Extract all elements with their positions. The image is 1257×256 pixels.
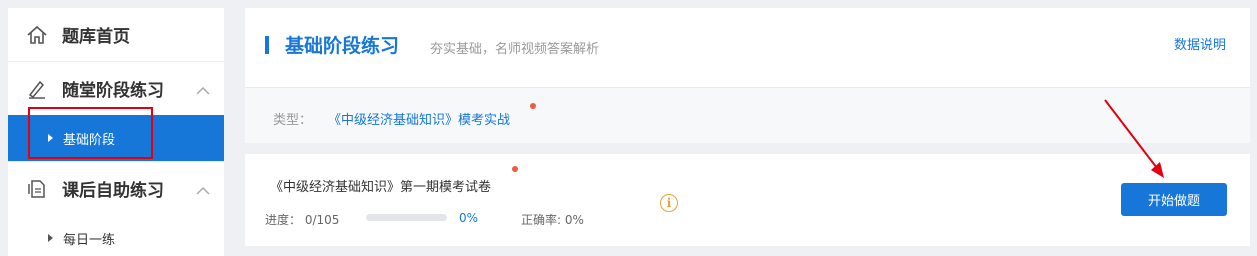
info-icon[interactable]: i: [660, 194, 678, 212]
paper-title[interactable]: 《中级经济基础知识》第一期模考试卷: [270, 176, 491, 195]
new-dot-indicator: [512, 166, 518, 172]
sidebar-group-self: 课后自助练习 每日一练: [8, 162, 224, 256]
type-filter-row: 类型： 《中级经济基础知识》模考实战: [245, 87, 1250, 143]
document-icon: [26, 178, 48, 200]
sidebar-group-stage-header[interactable]: 随堂阶段练习: [8, 62, 224, 115]
progress-label: 进度： 0/105: [265, 213, 340, 227]
caret-right-icon: [48, 134, 53, 142]
accuracy-label: 正确率: 0%: [521, 213, 584, 227]
sidebar-item-label: 基础阶段: [63, 132, 116, 148]
exam-paper-card: 《中级经济基础知识》第一期模考试卷 进度： 0/105 0% 正确率: 0% i…: [245, 154, 1250, 246]
sidebar-group-label: 随堂阶段练习: [62, 81, 164, 101]
new-dot-indicator: [530, 103, 536, 109]
sidebar-group-stage: 随堂阶段练习 基础阶段: [8, 62, 224, 162]
sidebar-item-label: 题库首页: [62, 27, 130, 47]
home-icon: [26, 24, 48, 46]
type-label: 类型：: [273, 113, 313, 128]
type-filter-value[interactable]: 《中级经济基础知识》模考实战: [328, 109, 510, 128]
sidebar-home[interactable]: 题库首页: [8, 8, 224, 62]
sidebar-group-label: 课后自助练习: [62, 181, 164, 201]
progress-percent: 0%: [459, 211, 479, 225]
sidebar: 题库首页 随堂阶段练习 基础阶段 课后自助练习 每日一练: [8, 8, 224, 256]
progress-bar: [366, 214, 447, 221]
data-description-link[interactable]: 数据说明: [1174, 34, 1226, 53]
main-content: 基础阶段练习 夯实基础，名师视频答案解析 数据说明 类型： 《中级经济基础知识》…: [245, 8, 1250, 246]
sidebar-item-daily-practice[interactable]: 每日一练: [8, 215, 224, 256]
pen-icon: [26, 78, 48, 100]
chevron-up-icon[interactable]: [196, 180, 210, 199]
start-practice-button[interactable]: 开始做题: [1121, 183, 1227, 216]
sidebar-item-label: 每日一练: [63, 232, 116, 248]
page-title: 基础阶段练习: [285, 35, 400, 57]
sidebar-group-self-header[interactable]: 课后自助练习: [8, 162, 224, 215]
title-accent-bar: [265, 36, 269, 54]
caret-right-icon: [48, 234, 53, 242]
chevron-up-icon[interactable]: [196, 80, 210, 99]
page-header: 基础阶段练习 夯实基础，名师视频答案解析 数据说明: [245, 8, 1250, 87]
page-subtitle: 夯实基础，名师视频答案解析: [430, 42, 600, 57]
sidebar-item-home[interactable]: 题库首页: [8, 8, 224, 61]
sidebar-item-basic-stage[interactable]: 基础阶段: [8, 115, 224, 161]
